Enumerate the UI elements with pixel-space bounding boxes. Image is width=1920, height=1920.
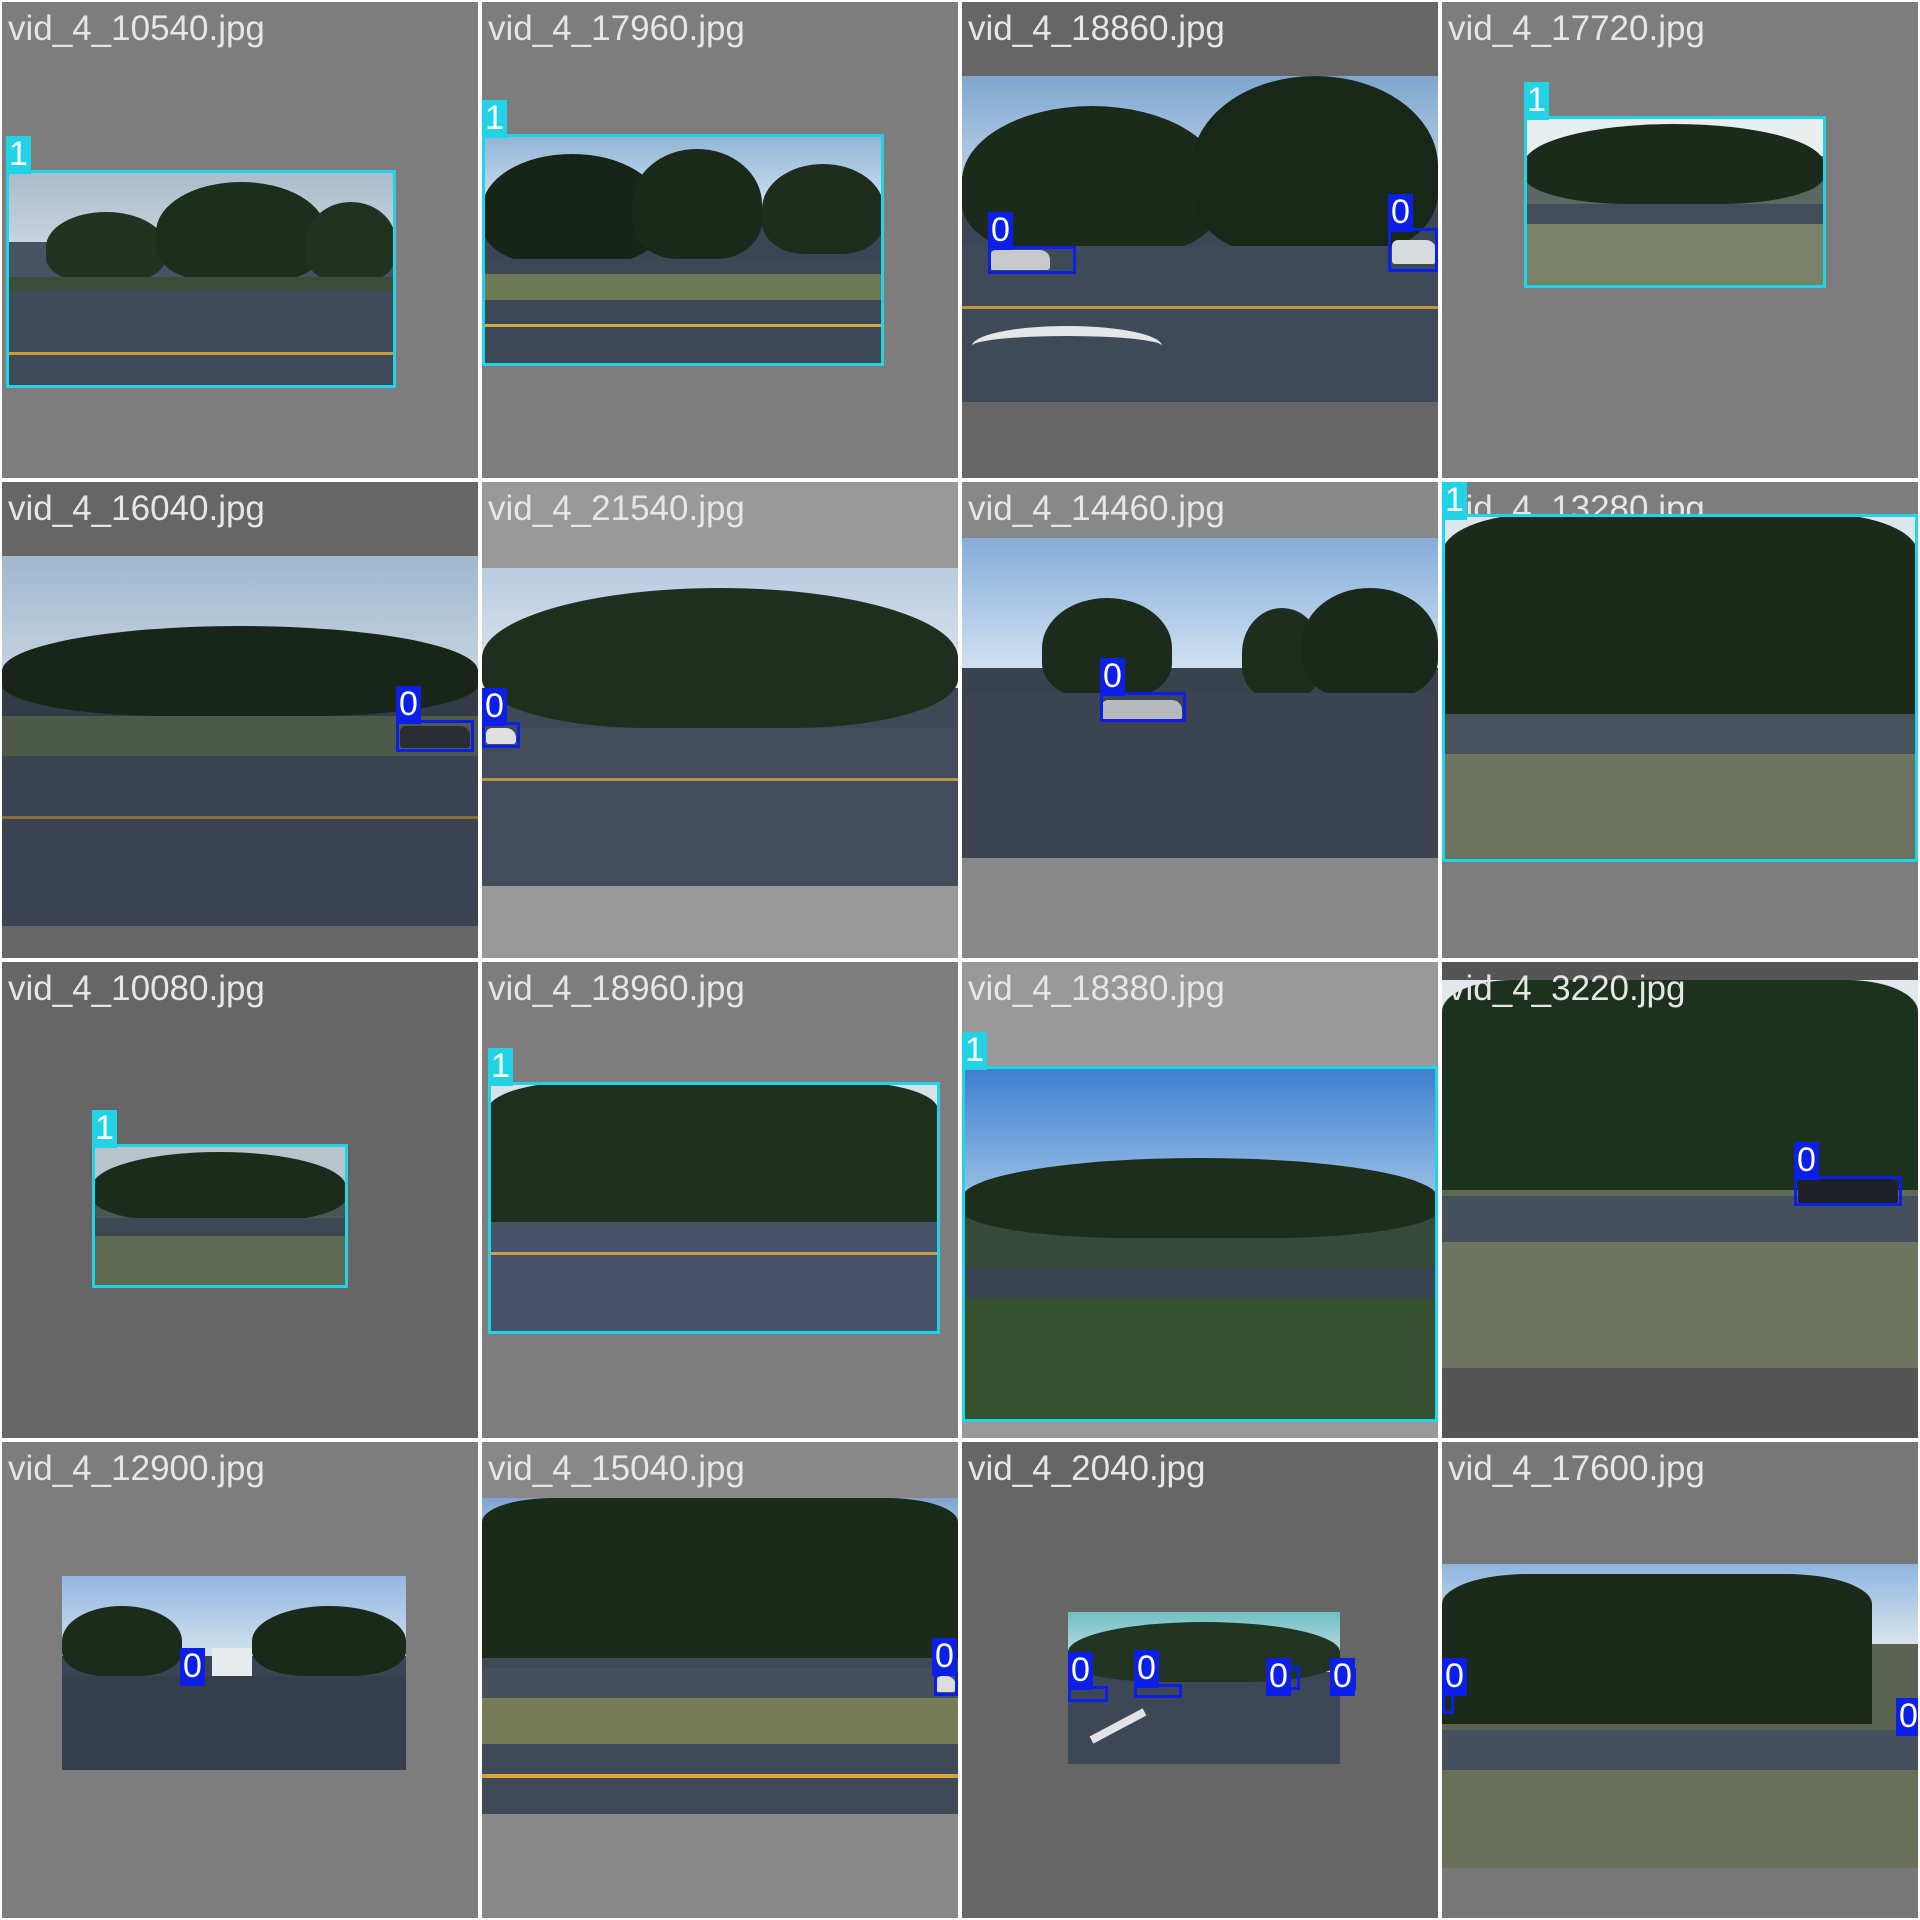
tile-title: vid_4_15040.jpg [488, 1449, 745, 1488]
tile-title: vid_4_2040.jpg [968, 1449, 1206, 1488]
bbox-label: 0 [1896, 1698, 1918, 1736]
bbox-label: 0 [1068, 1652, 1093, 1690]
scene-photo [962, 76, 1438, 402]
bbox-label: 0 [1134, 1650, 1159, 1688]
tile-vid-4-10080: 1 vid_4_10080.jpg [2, 962, 478, 1438]
scene-photo [62, 1576, 406, 1770]
tile-vid-4-10540: 1 vid_4_10540.jpg [2, 2, 478, 478]
bbox-label: 0 [988, 212, 1013, 250]
tile-title: vid_4_17720.jpg [1448, 9, 1705, 48]
bbox-class-0 [1100, 692, 1186, 722]
bbox-label: 0 [1794, 1142, 1819, 1180]
bbox-label: 0 [1266, 1658, 1291, 1696]
tile-vid-4-21540: 0 vid_4_21540.jpg [482, 482, 958, 958]
tile-vid-4-16040: 0 vid_4_16040.jpg [2, 482, 478, 958]
tile-title: vid_4_14460.jpg [968, 489, 1225, 528]
bbox-label: 1 [482, 100, 507, 138]
tile-vid-4-14460: 0 vid_4_14460.jpg [962, 482, 1438, 958]
bbox-class-1 [92, 1144, 348, 1288]
tile-vid-4-18960: 1 vid_4_18960.jpg [482, 962, 958, 1438]
tile-vid-4-17720: 1 vid_4_17720.jpg [1442, 2, 1918, 478]
tile-title: vid_4_17960.jpg [488, 9, 745, 48]
tile-vid-4-13280: vid_4_13280.jpg 1 [1442, 482, 1918, 958]
tile-title: vid_4_18960.jpg [488, 969, 745, 1008]
tile-vid-4-15040: 0 vid_4_15040.jpg [482, 1442, 958, 1918]
mosaic-grid: 1 vid_4_10540.jpg 1 vid_4_17960.jpg 0 0 … [0, 0, 1920, 1920]
bbox-label: 0 [482, 688, 507, 726]
tile-title: vid_4_16040.jpg [8, 489, 265, 528]
tile-title: vid_4_12900.jpg [8, 1449, 265, 1488]
tile-vid-4-18380: 1 vid_4_18380.jpg [962, 962, 1438, 1438]
bbox-label: 1 [92, 1110, 117, 1148]
tile-title: vid_4_17600.jpg [1448, 1449, 1705, 1488]
tile-title: vid_4_21540.jpg [488, 489, 745, 528]
tile-title: vid_4_10080.jpg [8, 969, 265, 1008]
scene-photo [1442, 1564, 1918, 1868]
bbox-class-0 [988, 246, 1076, 274]
bbox-label: 1 [488, 1048, 513, 1086]
bbox-label: 0 [1330, 1658, 1355, 1696]
bbox-label: 1 [1442, 482, 1467, 520]
bbox-class-1 [6, 170, 396, 388]
bbox-label: 0 [396, 686, 421, 724]
scene-photo [482, 568, 958, 886]
bbox-label: 0 [932, 1638, 957, 1676]
bbox-class-1 [488, 1082, 940, 1334]
tile-title: vid_4_10540.jpg [8, 9, 265, 48]
scene-photo [962, 538, 1438, 858]
bbox-class-1 [1524, 116, 1826, 288]
bbox-label: 1 [1524, 82, 1549, 120]
bbox-label: 1 [962, 1032, 987, 1070]
tile-vid-4-17960: 1 vid_4_17960.jpg [482, 2, 958, 478]
bbox-label: 0 [1388, 194, 1413, 232]
tile-vid-4-2040: 0 0 0 0 vid_4_2040.jpg [962, 1442, 1438, 1918]
tile-title: vid_4_18380.jpg [968, 969, 1225, 1008]
bbox-class-1 [1442, 514, 1918, 862]
tile-title: vid_4_18860.jpg [968, 9, 1225, 48]
tile-vid-4-3220: 0 vid_4_3220.jpg [1442, 962, 1918, 1438]
bbox-class-1 [482, 134, 884, 366]
tile-title: vid_4_3220.jpg [1448, 969, 1686, 1008]
scene-photo [482, 1498, 958, 1814]
bbox-class-0 [1388, 228, 1438, 272]
bbox-class-0 [1794, 1176, 1902, 1206]
scene-photo [1442, 980, 1918, 1368]
tile-vid-4-18860: 0 0 vid_4_18860.jpg [962, 2, 1438, 478]
bbox-label: 0 [1100, 658, 1125, 696]
bbox-label: 0 [180, 1648, 205, 1686]
tile-vid-4-17600: 0 0 vid_4_17600.jpg [1442, 1442, 1918, 1918]
bbox-class-0 [396, 720, 474, 752]
bbox-label: 0 [1442, 1658, 1467, 1696]
bbox-class-1 [962, 1066, 1438, 1422]
tile-vid-4-12900: 0 vid_4_12900.jpg [2, 1442, 478, 1918]
bbox-label: 1 [6, 136, 31, 174]
